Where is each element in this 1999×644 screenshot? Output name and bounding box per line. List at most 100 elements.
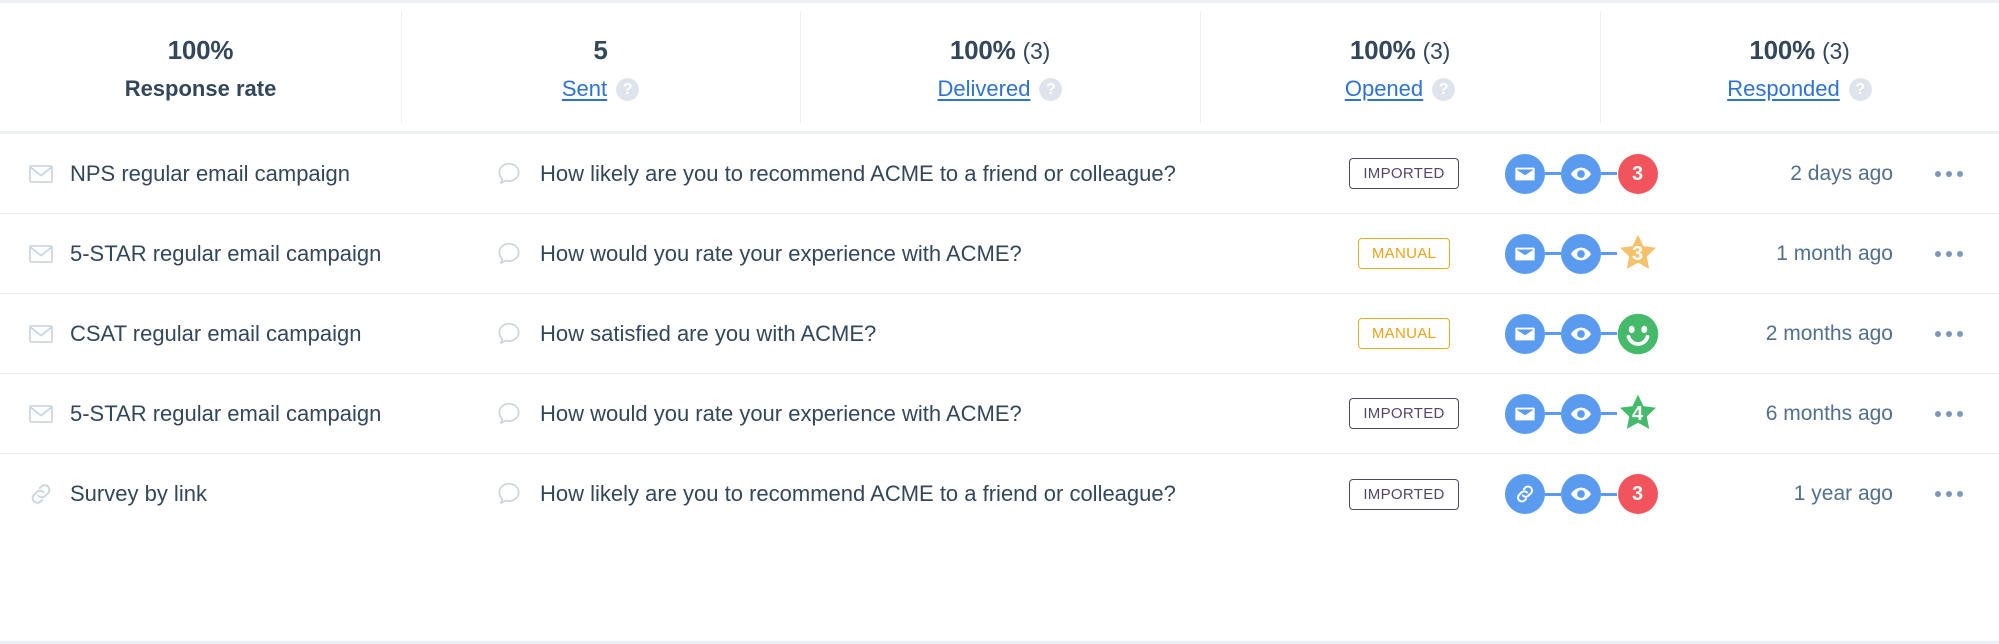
- stat-cell-opened: 100% (3) Opened?: [1200, 3, 1600, 131]
- pipeline-eye-icon[interactable]: [1560, 474, 1601, 514]
- question-cell[interactable]: How satisfied are you with ACME?: [465, 320, 1314, 348]
- delivery-pipeline-cell: 4: [1494, 393, 1669, 435]
- pipeline-score-value: 3: [1631, 242, 1644, 265]
- pipeline-score-circle-icon[interactable]: 3: [1617, 473, 1659, 515]
- help-icon[interactable]: ?: [616, 78, 640, 102]
- question-cell[interactable]: How would you rate your experience with …: [465, 240, 1314, 268]
- stat-percent: 100%: [1349, 35, 1416, 66]
- stat-absolute-count: (3): [1422, 38, 1451, 65]
- row-actions-cell: [1899, 161, 1999, 187]
- stat-cell-delivered: 100% (3) Delivered?: [800, 3, 1200, 131]
- stat-cell-response-rate: 100% Response rate: [0, 3, 401, 131]
- question-cell[interactable]: How likely are you to recommend ACME to …: [465, 480, 1314, 508]
- delivery-pipeline: [1504, 313, 1659, 355]
- envelope-icon: [28, 241, 54, 267]
- stat-value: 100% (3): [950, 35, 1050, 66]
- pipeline-eye-icon[interactable]: [1560, 153, 1601, 194]
- delivery-pipeline: 4: [1504, 393, 1659, 435]
- pipeline-link-icon[interactable]: [1504, 474, 1545, 514]
- table-row[interactable]: Survey by link How likely are you to reco…: [0, 454, 1999, 534]
- delivery-pipeline-cell: 3: [1494, 473, 1669, 515]
- speech-bubble-icon: [495, 480, 523, 508]
- pipeline-score-smiley-icon[interactable]: [1617, 313, 1659, 355]
- campaign-name-cell[interactable]: CSAT regular email campaign: [0, 321, 465, 347]
- stat-absolute-count: (3): [1822, 38, 1850, 65]
- pipeline-score-star-icon[interactable]: 3: [1617, 233, 1659, 275]
- pipeline-eye-icon[interactable]: [1560, 393, 1601, 434]
- more-options-icon[interactable]: [1925, 161, 1973, 187]
- speech-bubble-icon: [495, 320, 523, 348]
- delivery-pipeline-cell: 3: [1494, 233, 1669, 275]
- pipeline-envelope-icon[interactable]: [1504, 313, 1545, 354]
- stat-label-opened[interactable]: Opened: [1345, 76, 1423, 102]
- stat-label-responded[interactable]: Responded: [1727, 76, 1840, 102]
- table-row[interactable]: 5-STAR regular email campaign How would y…: [0, 214, 1999, 294]
- timestamp-label: 2 days ago: [1790, 161, 1893, 185]
- pipeline-connector: [1600, 332, 1617, 335]
- status-badge: MANUAL: [1357, 318, 1451, 349]
- question-cell[interactable]: How likely are you to recommend ACME to …: [465, 160, 1314, 188]
- stat-percent: 100%: [1749, 35, 1816, 66]
- source-badge-cell: MANUAL: [1314, 318, 1494, 349]
- campaign-name-cell[interactable]: Survey by link: [0, 481, 465, 507]
- stat-percent: 100%: [167, 35, 234, 66]
- campaign-name-cell[interactable]: 5-STAR regular email campaign: [0, 241, 465, 267]
- timestamp-cell: 2 months ago: [1669, 322, 1899, 346]
- pipeline-score-star-icon[interactable]: 4: [1617, 393, 1659, 435]
- campaign-name-label: Survey by link: [70, 481, 207, 506]
- source-badge-cell: IMPORTED: [1314, 398, 1494, 429]
- envelope-icon: [28, 401, 54, 427]
- more-options-icon[interactable]: [1925, 481, 1973, 507]
- stat-value: 100% (3): [1350, 35, 1450, 66]
- stat-label-response-rate: Response rate: [124, 76, 277, 102]
- help-icon[interactable]: ?: [1039, 78, 1063, 102]
- campaign-name-label: 5-STAR regular email campaign: [70, 240, 382, 266]
- row-actions-cell: [1899, 401, 1999, 427]
- help-icon[interactable]: ?: [1848, 78, 1872, 102]
- pipeline-eye-icon[interactable]: [1560, 313, 1601, 354]
- pipeline-connector: [1544, 172, 1561, 175]
- stats-header: 100% Response rate 5 Sent? 100% (3) Delivered?…: [0, 3, 1999, 134]
- table-row[interactable]: 5-STAR regular email campaign How would y…: [0, 374, 1999, 454]
- pipeline-connector: [1544, 332, 1561, 335]
- stat-label-row: Responded?: [1727, 76, 1872, 102]
- question-cell[interactable]: How would you rate your experience with …: [465, 400, 1314, 428]
- delivery-pipeline: 3: [1504, 233, 1659, 275]
- pipeline-score-value: 3: [1631, 483, 1644, 505]
- pipeline-score-value: 3: [1631, 162, 1644, 185]
- timestamp-cell: 1 month ago: [1669, 242, 1899, 266]
- pipeline-connector: [1544, 252, 1561, 255]
- speech-bubble-icon: [495, 240, 523, 268]
- more-options-icon[interactable]: [1925, 241, 1973, 267]
- table-row[interactable]: CSAT regular email campaign How satisfied…: [0, 294, 1999, 374]
- pipeline-score-circle-icon[interactable]: 3: [1617, 153, 1659, 195]
- stat-percent: 5: [593, 35, 608, 66]
- pipeline-envelope-icon[interactable]: [1504, 233, 1545, 274]
- stat-label-delivered[interactable]: Delivered: [938, 76, 1031, 102]
- row-actions-cell: [1899, 321, 1999, 347]
- pipeline-envelope-icon[interactable]: [1504, 393, 1545, 434]
- row-actions-cell: [1899, 481, 1999, 507]
- envelope-icon: [28, 321, 54, 347]
- envelope-icon: [28, 161, 54, 187]
- stat-label-sent[interactable]: Sent: [562, 76, 607, 102]
- help-icon[interactable]: ?: [1432, 78, 1456, 102]
- question-label: How satisfied are you with ACME?: [540, 320, 877, 346]
- pipeline-eye-icon[interactable]: [1560, 233, 1601, 274]
- campaign-name-cell[interactable]: NPS regular email campaign: [0, 161, 465, 187]
- source-badge-cell: IMPORTED: [1314, 478, 1494, 510]
- question-label: How likely are you to recommend ACME to …: [540, 160, 1176, 186]
- more-options-icon[interactable]: [1925, 321, 1973, 347]
- stat-label-row: Response rate: [125, 76, 277, 102]
- campaign-name-cell[interactable]: 5-STAR regular email campaign: [0, 401, 465, 427]
- status-badge: IMPORTED: [1349, 478, 1459, 510]
- timestamp-label: 1 month ago: [1776, 241, 1893, 265]
- timestamp-cell: 2 days ago: [1669, 162, 1899, 186]
- more-options-icon[interactable]: [1925, 401, 1973, 427]
- pipeline-envelope-icon[interactable]: [1504, 153, 1545, 194]
- pipeline-connector: [1600, 252, 1617, 255]
- source-badge-cell: IMPORTED: [1314, 158, 1494, 189]
- stat-cell-responded: 100% (3) Responded?: [1600, 3, 1999, 131]
- table-row[interactable]: NPS regular email campaign How likely are…: [0, 134, 1999, 214]
- timestamp-cell: 1 year ago: [1669, 482, 1899, 506]
